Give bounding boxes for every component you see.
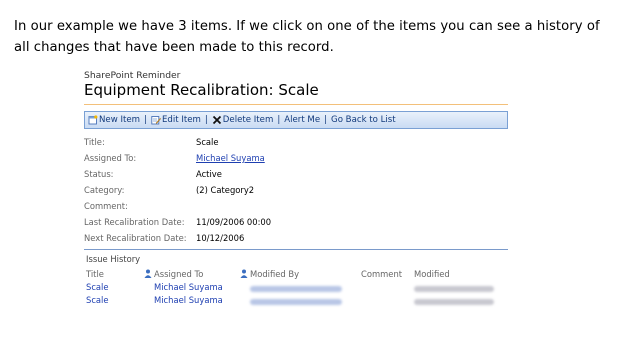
field-value: 10/12/2006 bbox=[196, 233, 245, 243]
delete-item-button[interactable]: Delete Item bbox=[212, 115, 274, 125]
field-value: (2) Category2 bbox=[196, 185, 255, 195]
history-row-modified-by-redacted bbox=[250, 284, 342, 294]
site-name: SharePoint Reminder bbox=[84, 70, 181, 81]
col-header-assigned-to[interactable]: Assigned To bbox=[144, 269, 203, 279]
history-row-assigned-to[interactable]: Michael Suyama bbox=[154, 282, 223, 292]
field-label: Status: bbox=[84, 169, 114, 179]
field-label: Category: bbox=[84, 185, 125, 195]
toolbar-separator: | bbox=[277, 115, 281, 125]
toolbar-separator: | bbox=[324, 115, 328, 125]
field-value: Scale bbox=[196, 137, 219, 147]
edit-item-label: Edit Item bbox=[161, 115, 201, 125]
edit-item-button[interactable]: Edit Item bbox=[151, 115, 201, 125]
edit-item-icon bbox=[151, 116, 161, 125]
history-row-title-link[interactable]: Scale bbox=[86, 282, 109, 292]
page-title: Equipment Recalibration: Scale bbox=[84, 81, 319, 99]
delete-x-icon bbox=[212, 115, 221, 125]
field-label: Title: bbox=[84, 137, 105, 147]
back-to-list-label: Go Back to List bbox=[331, 115, 396, 125]
history-row-modified-redacted bbox=[414, 297, 494, 307]
alert-me-label: Alert Me bbox=[284, 115, 321, 125]
col-header-modified-by[interactable]: Modified By bbox=[240, 269, 299, 279]
field-label: Comment: bbox=[84, 201, 128, 211]
issue-history-heading: Issue History bbox=[86, 254, 141, 264]
intro-paragraph: In our example we have 3 items. If we cl… bbox=[14, 19, 600, 55]
new-item-icon bbox=[88, 115, 98, 125]
field-value-wrap: Michael Suyama bbox=[196, 153, 265, 163]
col-header-modified-by-label: Modified By bbox=[250, 269, 300, 279]
back-to-list-button[interactable]: Go Back to List bbox=[331, 115, 396, 125]
toolbar-separator: | bbox=[144, 115, 147, 125]
history-row-modified-by-redacted bbox=[250, 297, 342, 307]
history-divider bbox=[84, 249, 508, 250]
field-value: 11/09/2006 00:00 bbox=[196, 217, 272, 227]
delete-item-label: Delete Item bbox=[222, 115, 274, 125]
toolbar-separator: | bbox=[204, 115, 208, 125]
new-item-button[interactable]: New Item bbox=[88, 115, 140, 125]
user-icon bbox=[240, 269, 248, 278]
new-item-label: New Item bbox=[99, 115, 141, 125]
history-row-title-link[interactable]: Scale bbox=[86, 295, 109, 305]
assigned-to-link[interactable]: Michael Suyama bbox=[196, 153, 265, 163]
field-label: Assigned To: bbox=[84, 153, 137, 163]
history-row-assigned-to[interactable]: Michael Suyama bbox=[154, 295, 223, 305]
col-header-modified[interactable]: Modified bbox=[414, 269, 450, 279]
field-label: Last Recalibration Date: bbox=[84, 217, 185, 227]
user-icon bbox=[144, 269, 152, 278]
col-header-comment[interactable]: Comment bbox=[361, 269, 402, 279]
field-value: Active bbox=[196, 169, 222, 179]
field-label: Next Recalibration Date: bbox=[84, 233, 187, 243]
title-divider bbox=[84, 104, 508, 105]
history-row-modified-redacted bbox=[414, 284, 494, 294]
alert-me-button[interactable]: Alert Me bbox=[284, 115, 320, 125]
col-header-title[interactable]: Title bbox=[86, 269, 104, 279]
item-toolbar: New Item | Edit Item | Delete Item | Ale… bbox=[84, 111, 508, 129]
col-header-assigned-to-label: Assigned To bbox=[154, 269, 204, 279]
